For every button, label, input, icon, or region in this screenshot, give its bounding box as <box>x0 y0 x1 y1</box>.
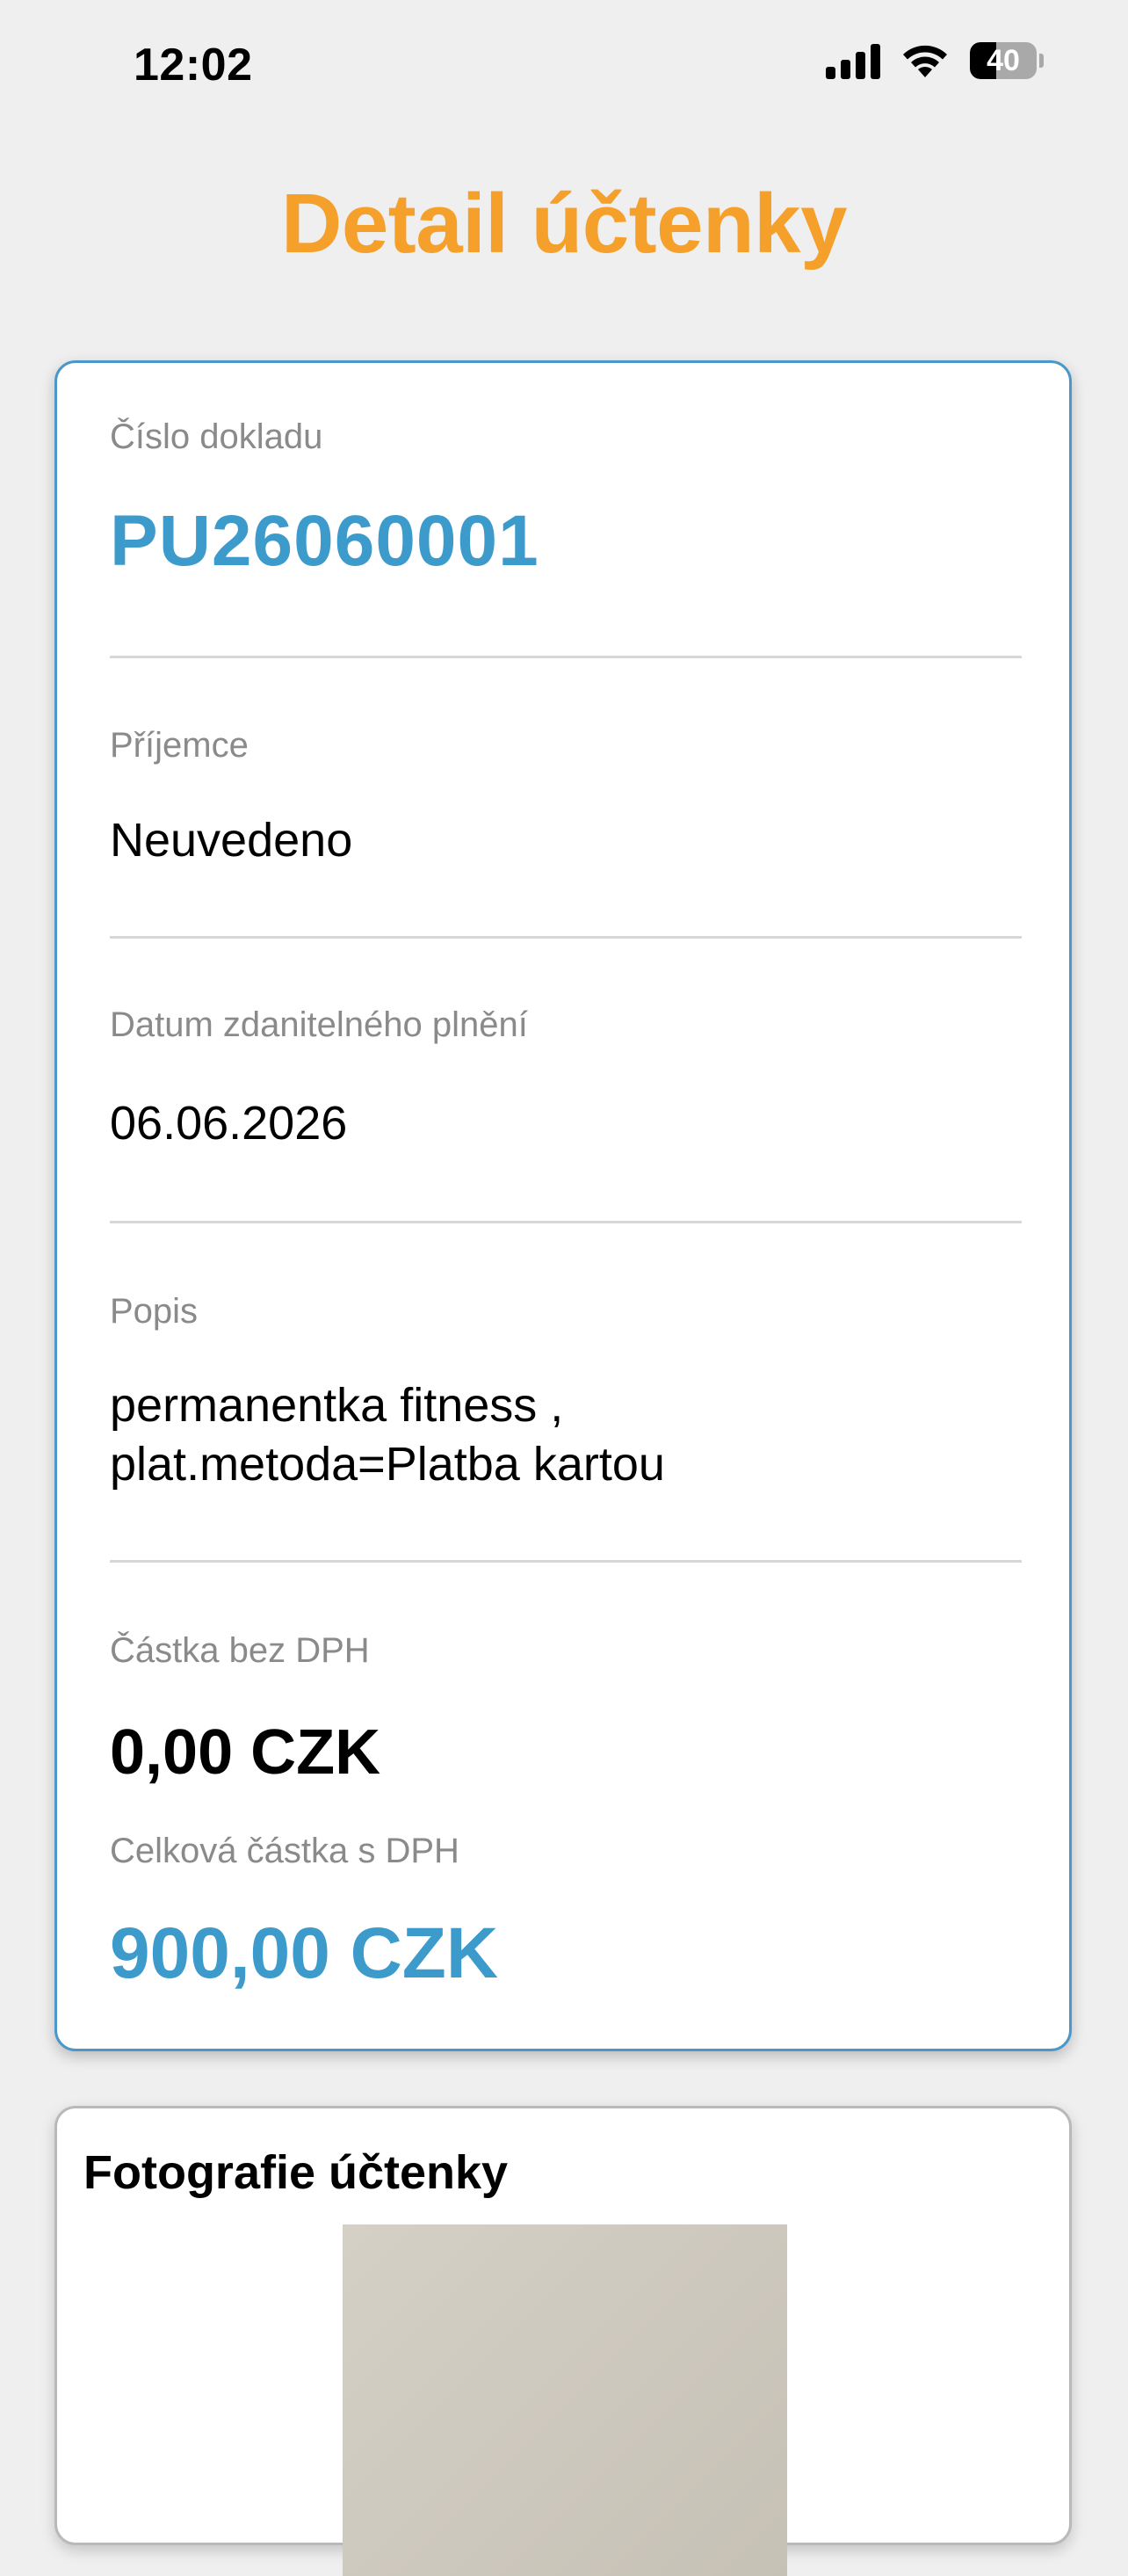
taxable-date-value: 06.06.2026 <box>110 1097 348 1150</box>
battery-percent: 40 <box>987 43 1020 77</box>
page-title: Detail účtenky <box>281 177 847 271</box>
total-amount-value: 900,00 CZK <box>110 1913 499 1993</box>
receipt-number-label: Číslo dokladu <box>110 417 323 456</box>
net-amount-label: Částka bez DPH <box>110 1631 370 1670</box>
recipient-value: Neuvedeno <box>110 814 353 867</box>
net-amount-value: 0,00 CZK <box>110 1717 381 1788</box>
receipt-number-value: PU26060001 <box>110 501 539 581</box>
description-line-2: plat.metoda=Platba kartou <box>110 1438 665 1491</box>
recipient-label: Příjemce <box>110 726 249 765</box>
divider <box>110 936 1022 939</box>
status-time: 12:02 <box>134 40 253 91</box>
wifi-icon <box>903 45 947 77</box>
description-line-1: permanentka fitness , <box>110 1379 564 1432</box>
divider <box>110 1560 1022 1563</box>
receipt-photo-thumbnail[interactable] <box>343 2224 787 2576</box>
divider <box>110 656 1022 658</box>
battery-icon: 40 <box>970 42 1044 79</box>
status-icons: 40 <box>826 42 1044 79</box>
divider <box>110 1221 1022 1223</box>
status-bar: 12:02 40 <box>0 0 1128 132</box>
photo-section-title: Fotografie účtenky <box>83 2146 509 2199</box>
description-label: Popis <box>110 1292 199 1331</box>
receipt-detail-card: Číslo dokladu PU26060001 Příjemce Neuved… <box>54 360 1072 2051</box>
receipt-photo-card: Fotografie účtenky <box>54 2106 1072 2576</box>
taxable-date-label: Datum zdanitelného plnění <box>110 1005 528 1044</box>
total-amount-label: Celková částka s DPH <box>110 1832 459 1870</box>
signal-icon <box>826 42 880 79</box>
